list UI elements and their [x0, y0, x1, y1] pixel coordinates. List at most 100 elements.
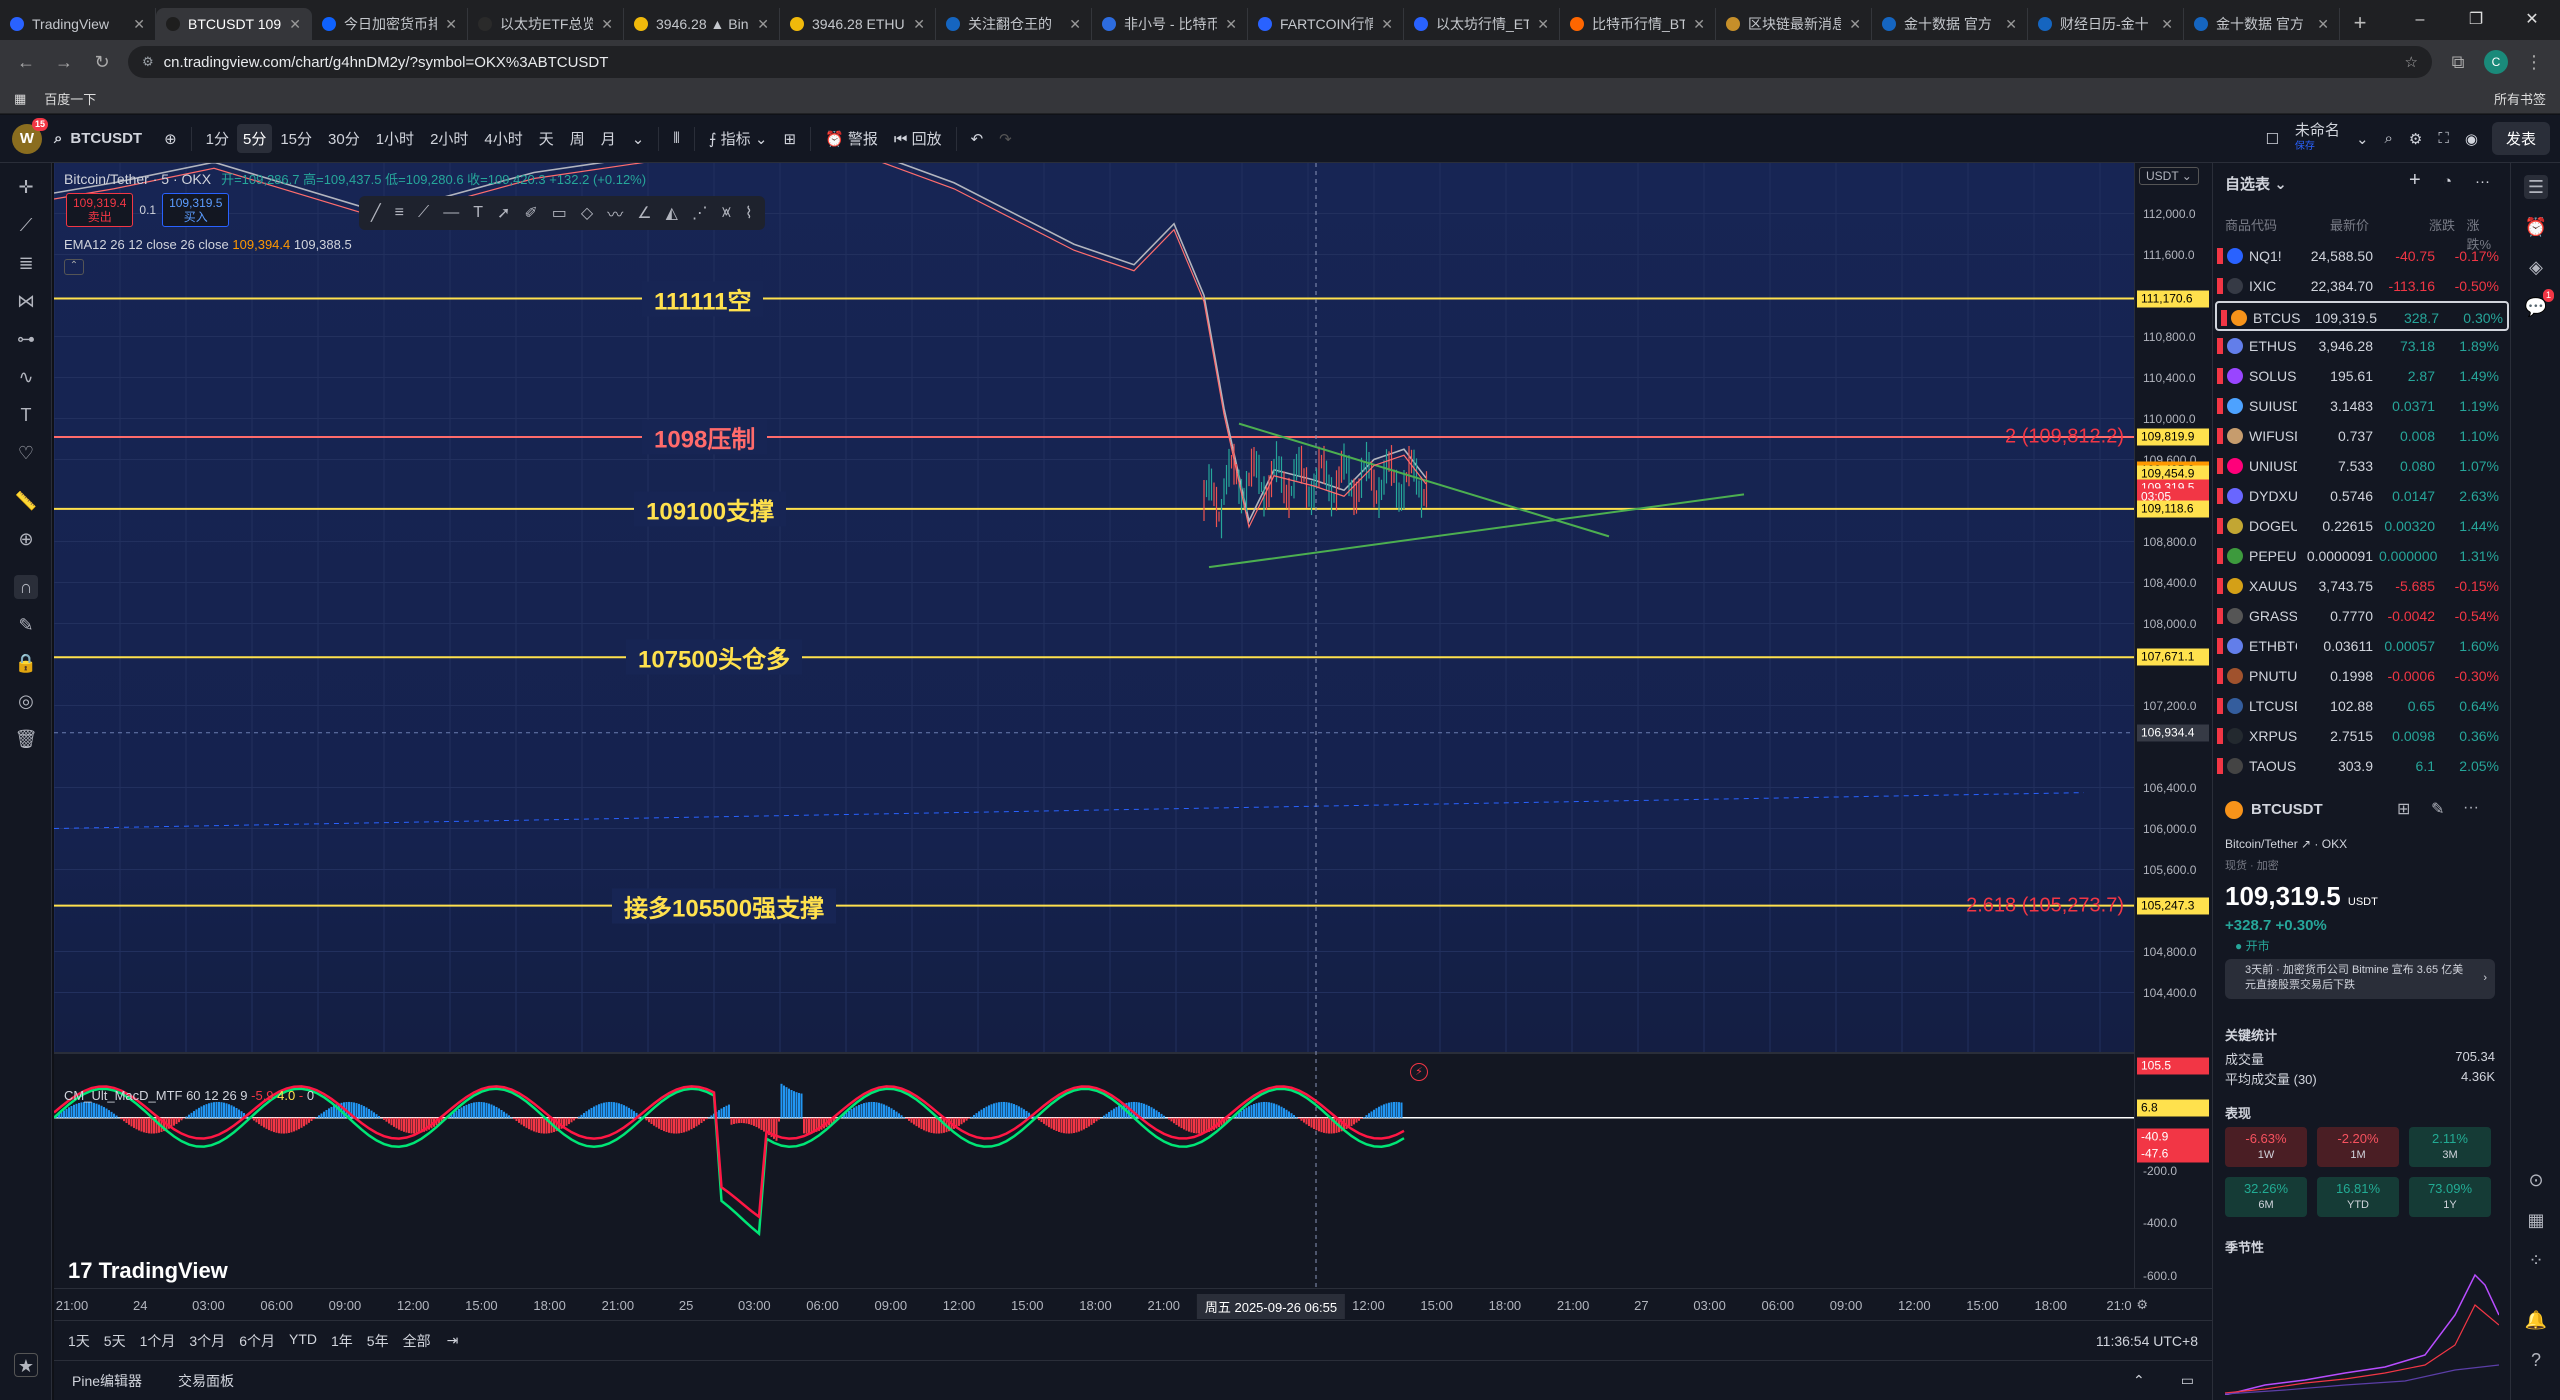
- favorites-star-icon[interactable]: ★: [14, 1353, 38, 1377]
- range-option[interactable]: 全部: [403, 1331, 431, 1351]
- chat-icon[interactable]: 💬 1: [2524, 289, 2554, 319]
- pencil-icon[interactable]: ✐: [524, 203, 537, 223]
- forward-icon[interactable]: →: [52, 52, 76, 73]
- arrow-icon[interactable]: ➚: [497, 203, 510, 223]
- extensions-icon[interactable]: ⧉: [2446, 52, 2470, 73]
- detail-name[interactable]: Bitcoin/Tether: [2225, 837, 2298, 851]
- close-tab-icon[interactable]: ✕: [913, 16, 925, 33]
- watchlist-row[interactable]: NQ1! 24,588.50 -40.75 -0.17%: [2213, 241, 2511, 271]
- brush-icon[interactable]: ∿: [14, 365, 38, 389]
- watchlist-row[interactable]: ETHUSDT 3,946.28 73.18 1.89%: [2213, 331, 2511, 361]
- url-bar[interactable]: ⚙ cn.tradingview.com/chart/g4hnDM2y/?sym…: [128, 46, 2432, 78]
- range-option[interactable]: 5年: [367, 1331, 389, 1351]
- horizontal-ray-icon[interactable]: —: [443, 204, 459, 222]
- alerts-icon[interactable]: ⏰: [2524, 215, 2548, 239]
- undo-icon[interactable]: ↶: [963, 130, 992, 148]
- browser-tab[interactable]: TradingView ✕: [0, 8, 156, 40]
- symbol-search[interactable]: ⌕ BTCUSDT: [54, 130, 156, 147]
- templates-icon[interactable]: ⊞: [775, 130, 804, 148]
- browser-tab[interactable]: 非小号 - 比特币 ✕: [1092, 8, 1248, 40]
- watchlist-row[interactable]: DOGEUSDT 0.22615 0.00320 1.44%: [2213, 511, 2511, 541]
- range-option[interactable]: 1个月: [140, 1331, 176, 1351]
- prediction-icon[interactable]: ⊶: [14, 327, 38, 351]
- watchlist-dropdown-icon[interactable]: ⌄: [2274, 176, 2287, 193]
- browser-tab[interactable]: 3946.28 ETHU ✕: [780, 8, 936, 40]
- bookmark-star-icon[interactable]: ☆: [2405, 53, 2418, 71]
- watchlist-row[interactable]: LTCUSDT 102.88 0.65 0.64%: [2213, 691, 2511, 721]
- trend-line-icon[interactable]: ⟋: [14, 213, 38, 237]
- browser-tab[interactable]: 金十数据 官方 ✕: [1872, 8, 2028, 40]
- detail-symbol[interactable]: BTCUSDT: [2251, 801, 2323, 818]
- profile-icon[interactable]: C: [2484, 50, 2508, 74]
- collapse-legend-icon[interactable]: ⌃: [64, 259, 84, 275]
- watchlist-row[interactable]: UNIUSDT 7.533 0.080 1.07%: [2213, 451, 2511, 481]
- close-tab-icon[interactable]: ✕: [289, 16, 301, 33]
- interval-option[interactable]: 2小时: [422, 128, 476, 149]
- alert-button[interactable]: ⏰ 警报: [817, 128, 886, 149]
- watchlist-row[interactable]: DYDXUSDT 0.5746 0.0147 2.63%: [2213, 481, 2511, 511]
- layout-name-button[interactable]: 未命名 保存: [2287, 123, 2348, 154]
- restore-icon[interactable]: ❐: [2448, 0, 2504, 40]
- flag-icon[interactable]: [2217, 278, 2223, 294]
- performance-cell[interactable]: 16.81% YTD: [2317, 1177, 2399, 1217]
- sell-button[interactable]: 109,319.4 卖出: [66, 193, 134, 227]
- ruler-icon[interactable]: 📏: [14, 489, 38, 513]
- range-option[interactable]: 6个月: [239, 1331, 275, 1351]
- flag-icon[interactable]: [2217, 458, 2223, 474]
- heart-icon[interactable]: ♡: [14, 441, 38, 465]
- level-annotation[interactable]: 107500头仓多: [626, 639, 803, 675]
- zoom-in-icon[interactable]: ⊕: [14, 527, 38, 551]
- eye-icon[interactable]: ◎: [14, 689, 38, 713]
- news-card[interactable]: 3天前 · 加密货币公司 Bitmine 宣布 3.65 亿美元直接股票交易后下…: [2225, 959, 2495, 999]
- watchlist-title[interactable]: 自选表: [2225, 176, 2270, 193]
- detail-grid-icon[interactable]: ⊞: [2397, 799, 2410, 819]
- pattern-icon[interactable]: ⋈: [14, 289, 38, 313]
- close-tab-icon[interactable]: ✕: [601, 16, 613, 33]
- range-option[interactable]: 1天: [68, 1331, 90, 1351]
- panel-collapse-icon[interactable]: ⌃: [2133, 1372, 2145, 1389]
- range-option[interactable]: 1年: [331, 1331, 353, 1351]
- flag-icon[interactable]: [2217, 518, 2223, 534]
- watchlist-column-header[interactable]: 涨跌: [2429, 215, 2455, 234]
- browser-tab[interactable]: BTCUSDT 109 ✕: [156, 8, 312, 40]
- level-annotation[interactable]: 接多105500强支撑: [612, 888, 837, 924]
- close-tab-icon[interactable]: ✕: [1069, 16, 1081, 33]
- interval-option[interactable]: 4小时: [476, 128, 530, 149]
- bookmark-baidu[interactable]: 百度一下: [44, 89, 96, 108]
- tradingview-logo[interactable]: 17 TradingView: [68, 1258, 228, 1284]
- performance-cell[interactable]: 32.26% 6M: [2225, 1177, 2307, 1217]
- interval-option[interactable]: 5分: [237, 124, 273, 153]
- path-icon[interactable]: 〰: [607, 201, 623, 225]
- text-tool-icon[interactable]: T: [14, 403, 38, 427]
- flag-icon[interactable]: [2217, 668, 2223, 684]
- browser-menu-icon[interactable]: ⋮: [2522, 52, 2546, 73]
- replay-button[interactable]: ⏮ 回放: [886, 128, 950, 149]
- rectangle-icon[interactable]: ▭: [552, 203, 567, 223]
- axis-settings-icon[interactable]: ⚙: [2136, 1297, 2148, 1313]
- flag-icon[interactable]: [2217, 248, 2223, 264]
- notifications-icon[interactable]: 🔔: [2524, 1308, 2548, 1332]
- fib-retracement-icon[interactable]: ≣: [14, 251, 38, 275]
- add-symbol-icon[interactable]: +: [2409, 169, 2421, 192]
- trash-icon[interactable]: 🗑: [14, 727, 38, 751]
- browser-tab[interactable]: 关注翻仓王的 ✕: [936, 8, 1092, 40]
- level-annotation[interactable]: 109100支撑: [634, 491, 787, 527]
- range-option[interactable]: 3个月: [189, 1331, 225, 1351]
- apps-icon[interactable]: ▦: [14, 91, 26, 107]
- performance-cell[interactable]: -2.20% 1M: [2317, 1127, 2399, 1167]
- flag-icon[interactable]: [2217, 608, 2223, 624]
- close-tab-icon[interactable]: ✕: [1849, 16, 1861, 33]
- elliott-icon[interactable]: ⋰: [692, 203, 708, 223]
- browser-tab[interactable]: 以太坊ETF总览 ✕: [468, 8, 624, 40]
- watchlist-row[interactable]: XRPUSDT 2.7515 0.0098 0.36%: [2213, 721, 2511, 751]
- flag-icon[interactable]: [2217, 428, 2223, 444]
- ray-icon[interactable]: ⟋: [418, 204, 429, 222]
- compare-symbol-icon[interactable]: ⊕: [156, 130, 185, 148]
- watchlist-row[interactable]: GRASSUSDT 0.7770 -0.0042 -0.54%: [2213, 601, 2511, 631]
- close-tab-icon[interactable]: ✕: [445, 16, 457, 33]
- range-option[interactable]: YTD: [289, 1331, 317, 1351]
- interval-option[interactable]: 15分: [272, 128, 320, 149]
- watchlist-column-header[interactable]: 商品代码: [2225, 215, 2277, 234]
- target-icon[interactable]: ⊙: [2524, 1168, 2548, 1192]
- fullscreen-icon[interactable]: ⛶: [2430, 130, 2457, 147]
